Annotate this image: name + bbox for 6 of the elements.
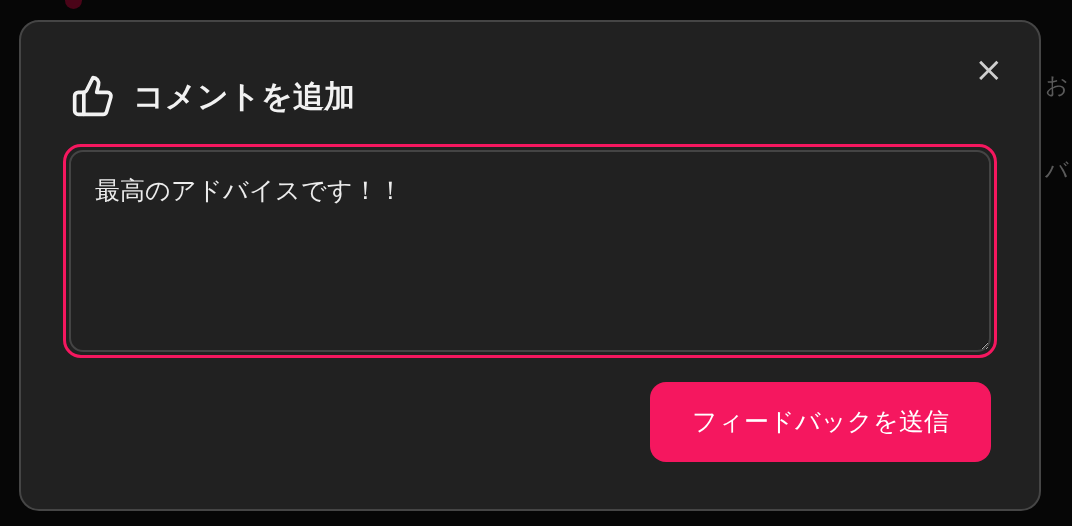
background-text: お [1045,74,1069,97]
submit-button[interactable]: フィードバックを送信 [650,382,991,462]
close-button[interactable]: × [974,52,1003,86]
thumbs-up-icon [71,74,115,118]
background-text: バ [1045,159,1069,182]
dialog-title: コメントを追加 [133,80,355,112]
